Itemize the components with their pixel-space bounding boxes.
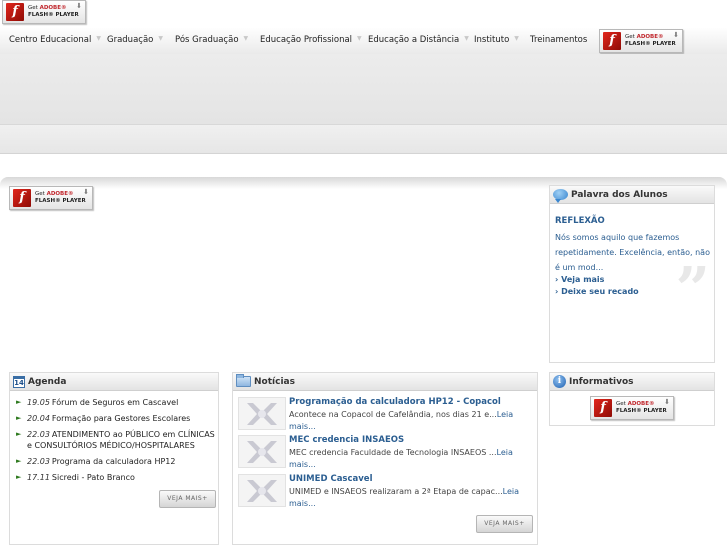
agenda-veja-mais-button[interactable]: VEJA MAIS+ [159,490,216,508]
news-title[interactable]: MEC credencia INSAEOS [289,435,404,445]
news-title[interactable]: UNIMED Cascavel [289,474,373,484]
page: f Get ADOBE® FLASH® PLAYER ⬇ Centro Educ… [0,0,727,545]
flash-player-badge-informativos[interactable]: f Get ADOBE® FLASH® PLAYER ⬇ [590,396,674,420]
folder-icon [236,374,251,387]
flash-logo-icon: f [594,399,612,417]
agenda-item[interactable]: ► 19.05 Fórum de Seguros em Cascavel [15,397,220,408]
nav-item-educacao-profissional[interactable]: Educação Profissional ▼ [260,35,362,45]
news-thumbnail [238,435,286,468]
download-arrow-icon: ⬇ [664,398,670,406]
insaeos-logo-icon [247,440,277,463]
info-icon: i [553,375,566,388]
download-arrow-icon: ⬇ [76,2,82,10]
flash-logo-icon: f [6,3,24,21]
triangle-bullet-icon: ► [16,473,22,481]
nav-item-treinamentos[interactable]: Treinamentos [530,35,587,45]
nav-item-educacao-a-distancia[interactable]: Educação a Distância ▼ [368,35,469,45]
chevron-down-icon: ▼ [514,35,519,42]
agenda-list: ► 19.05 Fórum de Seguros em Cascavel ► 20.0… [15,397,220,488]
chevron-down-icon: ▼ [158,35,163,42]
news-thumbnail [238,397,286,430]
aluno-post-text: Nós somos aquilo que fazemos repetidamen… [555,233,710,272]
download-arrow-icon: ⬇ [83,188,89,196]
nav-item-instituto[interactable]: Instituto ▼ [474,35,519,45]
nav-item-centro-educacional[interactable]: Centro Educacional ▼ [9,35,101,45]
agenda-item[interactable]: ► 20.04 Formação para Gestores Escolares [15,413,220,424]
insaeos-logo-icon [247,479,277,502]
download-arrow-icon: ⬇ [673,31,679,39]
triangle-bullet-icon: ► [16,414,22,422]
nav-item-pos-graduacao[interactable]: Pós Graduação ▼ [175,35,248,45]
header-subband [0,124,727,154]
flash-player-badge-nav[interactable]: f Get ADOBE® FLASH® PLAYER ⬇ [599,29,683,53]
noticias-panel: Notícias Programação da calculadora HP12… [232,372,538,545]
news-item[interactable]: MEC credencia INSAEOS MEC credencia Facu… [238,435,538,469]
deixe-seu-recado-link[interactable]: › Deixe seu recado [555,287,639,296]
chevron-down-icon: ▼ [357,35,362,42]
news-item[interactable]: UNIMED Cascavel UNIMED e INSAEOS realiza… [238,474,538,508]
chevron-down-icon: ▼ [243,35,249,42]
flash-logo-icon: f [13,189,31,207]
veja-mais-link[interactable]: › Veja mais [555,275,604,284]
nav-item-graduacao[interactable]: Graduação ▼ [107,35,163,45]
flash-logo-icon: f [603,32,621,50]
agenda-item[interactable]: ► 17.11 Sicredi - Pato Branco [15,472,220,483]
flash-player-badge-header[interactable]: f Get ADOBE® FLASH® PLAYER ⬇ [2,0,86,24]
news-thumbnail [238,474,286,507]
noticias-veja-mais-button[interactable]: VEJA MAIS+ [476,515,533,533]
calendar-icon: 14 [13,375,25,388]
agenda-item[interactable]: ► 22.03 ATENDIMENTO ao PÚBLICO em CLÍNICAS… [15,429,220,451]
informativos-panel: i Informativos f Get ADOBE® FLASH® PLAYE… [549,372,715,426]
insaeos-logo-icon [247,402,277,425]
agenda-item[interactable]: ► 22.03 Programa da calculadora HP12 [15,456,220,467]
triangle-bullet-icon: ► [16,457,22,465]
news-title[interactable]: Programação da calculadora HP12 - Copaco… [289,397,501,407]
chevron-down-icon: ▼ [96,35,101,42]
flash-player-badge-main[interactable]: f Get ADOBE® FLASH® PLAYER ⬇ [9,186,93,210]
palavra-dos-alunos-panel: Palavra dos Alunos ” REFLEXÃO Nós somos … [549,185,715,363]
triangle-bullet-icon: ► [16,398,22,406]
speech-bubble-icon [553,189,568,203]
header-banner [0,54,727,124]
news-item[interactable]: Programação da calculadora HP12 - Copaco… [238,397,538,431]
agenda-panel: 14 Agenda ► 19.05 Fórum de Seguros em Casc… [9,372,219,545]
aluno-post-title[interactable]: REFLEXÃO [555,216,605,226]
triangle-bullet-icon: ► [16,430,22,438]
chevron-down-icon: ▼ [464,35,469,42]
